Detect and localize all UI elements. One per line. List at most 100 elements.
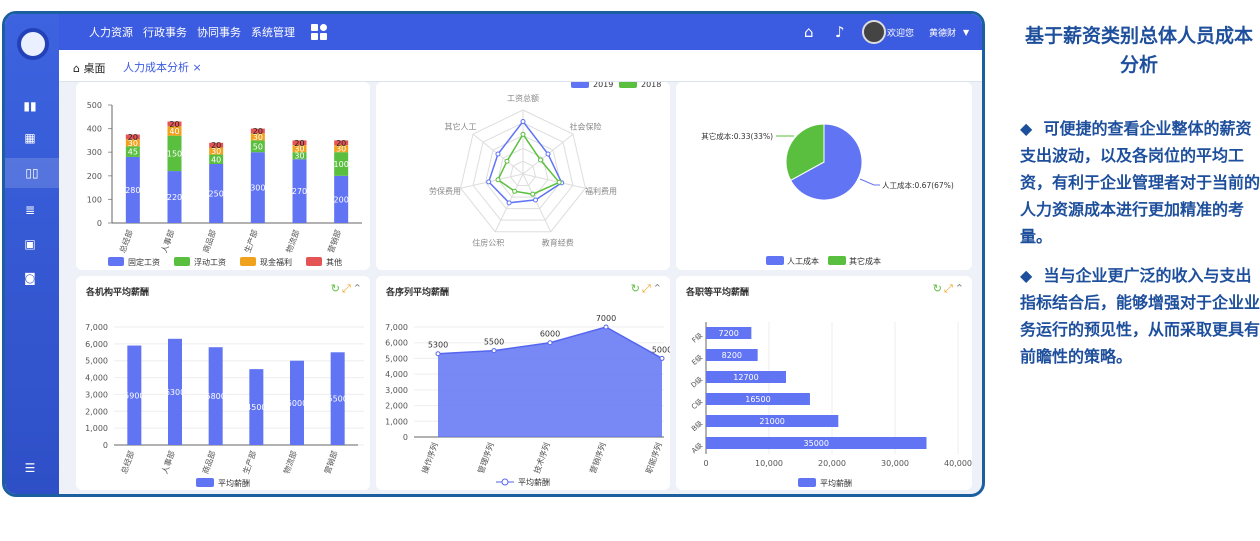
- menu-toggle-icon[interactable]: ☰: [22, 462, 38, 475]
- image-icon[interactable]: ▣: [22, 238, 38, 251]
- x-tick-label: 30,000: [881, 459, 909, 468]
- y-tick-label: 4,000: [385, 370, 408, 379]
- data-label: 5000: [652, 345, 670, 354]
- data-point: [491, 348, 497, 354]
- radar-indicator-label: 住房公积: [472, 237, 504, 247]
- data-label: 20: [128, 133, 138, 142]
- data-label: 20: [211, 141, 221, 150]
- x-tick-label: 营销部: [325, 228, 343, 254]
- user-name[interactable]: 黄德财: [929, 26, 956, 39]
- x-tick-label: 40,000: [944, 459, 972, 468]
- legend-label: 其它成本: [849, 256, 881, 266]
- grid-icon[interactable]: [311, 24, 327, 40]
- legend-swatch-dot: [501, 478, 509, 486]
- panel-point-1-text: 可便捷的查看企业整体的薪资支出波动，以及各岗位的平均工资，有利于企业管理者对于当…: [1020, 119, 1260, 246]
- y-tick-label: A级: [689, 441, 704, 455]
- menu-collab[interactable]: 协同事务: [197, 24, 241, 40]
- data-label: 200: [334, 195, 349, 204]
- legend-label: 人工成本: [787, 256, 819, 266]
- data-point: [547, 340, 553, 346]
- close-icon[interactable]: ×: [193, 61, 202, 74]
- app-window: ▮▮ ▦ ▯▯ ≣ ▣ ◙ ☰ 人力资源 行政事务 协同事务 系统管理 ⌂ ♪ …: [2, 11, 985, 497]
- gamepad-icon[interactable]: ◙: [22, 272, 38, 285]
- card-level-avg: 各职等平均薪酬 ↻ ⤢ ⌃ 0 10,000 20,000 30,000 40,000 720…: [676, 276, 972, 490]
- tab-home[interactable]: ⌂ 桌面: [73, 60, 105, 76]
- card-toolbar: ↻ ⤢ ⌃: [329, 282, 362, 296]
- panel-point-2-text: 当与企业更广泛的收入与支出指标结合后，能够增强对于企业业务运行的预见性，从而采取…: [1020, 266, 1260, 366]
- data-label: 5900: [124, 391, 144, 400]
- radar-point: [512, 188, 518, 194]
- calendar-icon[interactable]: ▦: [22, 132, 38, 145]
- card-seq-avg: 各序列平均薪酬 ↻ ⤢ ⌃ 7,000 6,000 5,000 4,000 3,000 2,0…: [376, 276, 670, 490]
- radar-point: [532, 197, 538, 203]
- refresh-icon[interactable]: ↻: [631, 282, 640, 295]
- legend-swatch: [798, 478, 816, 487]
- radar-point: [538, 157, 544, 163]
- side-panel: 基于薪资类别总体人员成本分析 ◆ 可便捷的查看企业整体的薪资支出波动，以及各岗位…: [1010, 0, 1260, 541]
- x-tick-label: 生产部: [241, 449, 259, 475]
- y-tick-label: 100: [87, 195, 102, 204]
- analytics-icon[interactable]: ▯▯: [5, 158, 59, 188]
- menu-hr[interactable]: 人力资源: [89, 24, 133, 40]
- expand-icon[interactable]: ⤢: [342, 282, 351, 295]
- collapse-icon[interactable]: ⌃: [653, 282, 662, 295]
- data-label: 100: [334, 160, 349, 169]
- expand-icon[interactable]: ⤢: [944, 282, 953, 295]
- x-tick-label: 10,000: [755, 459, 783, 468]
- menu-admin[interactable]: 行政事务: [143, 24, 187, 40]
- x-tick-label: 管理序列: [476, 441, 496, 474]
- radar-point: [504, 158, 510, 164]
- data-label: 5800: [205, 392, 225, 401]
- legend-swatch: [240, 257, 256, 266]
- x-tick-label: 人事部: [159, 449, 177, 475]
- radar-spoke: [522, 173, 552, 232]
- legend-swatch: [108, 257, 124, 266]
- y-tick-label: B级: [689, 419, 704, 433]
- refresh-icon[interactable]: ↻: [331, 282, 340, 295]
- data-label: 12700: [733, 373, 758, 382]
- y-tick-label: 6,000: [85, 340, 108, 349]
- card-toolbar: ↻ ⤢ ⌃: [629, 282, 662, 296]
- y-tick-label: 1,000: [385, 417, 408, 426]
- chevron-down-icon[interactable]: ▼: [963, 28, 969, 37]
- legend-label: 平均薪酬: [518, 477, 550, 487]
- refresh-icon[interactable]: ↻: [933, 282, 942, 295]
- y-tick-label: E级: [690, 353, 705, 367]
- y-tick-label: 0: [103, 441, 108, 450]
- radar-indicator-label: 教育经费: [542, 237, 574, 247]
- avatar[interactable]: [862, 20, 886, 44]
- logo: [17, 28, 49, 60]
- expand-icon[interactable]: ⤢: [642, 282, 651, 295]
- data-label: 6300: [165, 388, 185, 397]
- x-tick-label: 总经部: [119, 449, 137, 475]
- x-tick-label: 人事部: [159, 228, 177, 254]
- y-tick-label: D级: [689, 375, 704, 390]
- data-label: 5300: [428, 341, 448, 350]
- data-label: 50: [253, 142, 263, 151]
- bell-icon[interactable]: ♪: [835, 23, 845, 41]
- legend-swatch: [766, 256, 784, 265]
- legend-label: 浮动工资: [194, 257, 226, 267]
- data-label: 40: [211, 155, 221, 164]
- data-label: 16500: [745, 395, 770, 404]
- bar-chart-icon[interactable]: ▮▮: [22, 100, 38, 113]
- panel-point-1: ◆ 可便捷的查看企业整体的薪资支出波动，以及各岗位的平均工资，有利于企业管理者对…: [1020, 115, 1260, 250]
- list-icon[interactable]: ≣: [22, 204, 38, 217]
- tab-cost-analysis[interactable]: 人力成本分析 ×: [123, 59, 202, 84]
- y-tick-label: 7,000: [385, 323, 408, 332]
- radar-indicator-label: 其它人工: [444, 122, 476, 132]
- card-radar: 工资总额 社会保险 福利费用 教育经费 住房公积 劳保费用 其它人工 2019 2018: [376, 82, 670, 270]
- x-tick-label: 物流部: [284, 228, 302, 254]
- y-tick-label: 5,000: [385, 354, 408, 363]
- collapse-icon[interactable]: ⌃: [353, 282, 362, 295]
- y-tick-label: 7,000: [85, 323, 108, 332]
- data-label: 220: [167, 193, 182, 202]
- y-tick-label: 5,000: [85, 357, 108, 366]
- radar-point: [520, 119, 526, 125]
- home-icon[interactable]: ⌂: [804, 23, 814, 41]
- legend-swatch: [619, 82, 637, 88]
- radar-point: [495, 151, 501, 157]
- radar-point: [506, 200, 512, 206]
- collapse-icon[interactable]: ⌃: [955, 282, 964, 295]
- menu-system[interactable]: 系统管理: [251, 24, 295, 40]
